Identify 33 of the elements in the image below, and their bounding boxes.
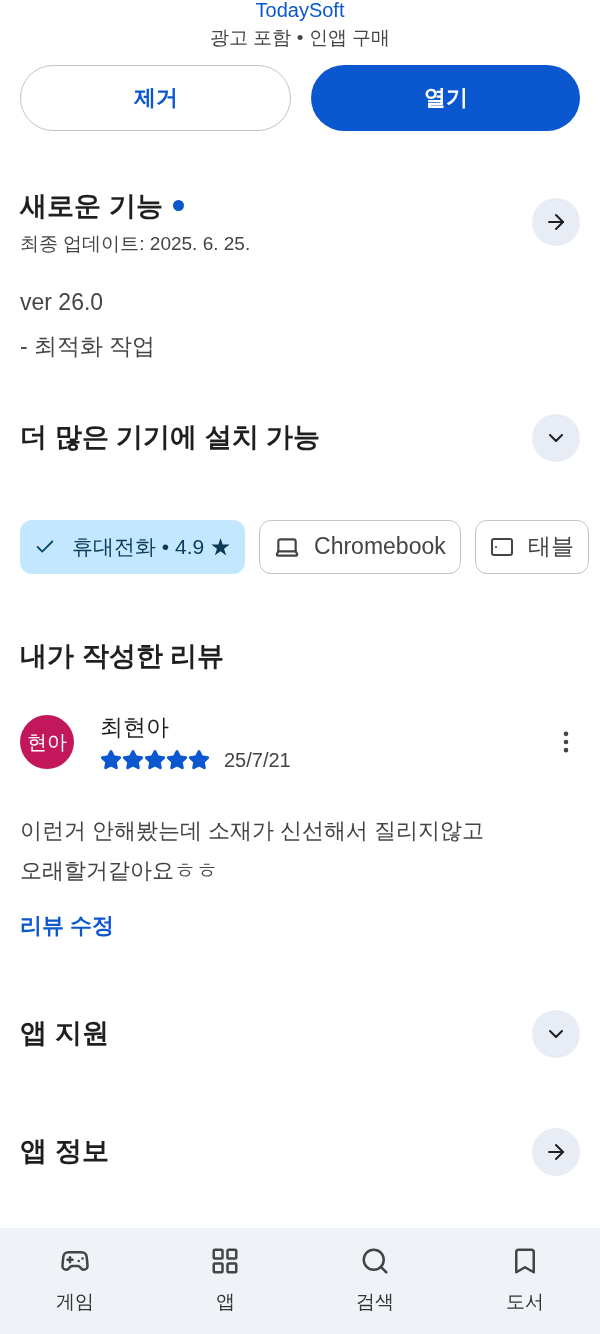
reviewer-name: 최현아: [100, 713, 170, 742]
section-title: 더 많은 기기에 설치 가능: [20, 421, 321, 455]
open-button[interactable]: 열기: [311, 64, 580, 131]
star-icon: [100, 748, 122, 771]
star-icon: [122, 748, 144, 771]
release-note: - 최적화 작업: [20, 332, 157, 361]
star-icon: [188, 748, 210, 771]
device-chip[interactable]: 휴대전화 • 4.9 ★: [20, 519, 246, 574]
section-title: 새로운 기능: [20, 189, 163, 223]
nav-tab[interactable]: 앱: [150, 1245, 300, 1317]
edit-review-link[interactable]: 리뷰 수정: [20, 908, 115, 942]
avatar: 현아: [20, 715, 74, 770]
review-text: 이런거 안해봤는데 소재가 신선해서 질리지않고 오래할거같아요ㅎㅎ: [20, 816, 486, 885]
device-chip[interactable]: 태블: [474, 519, 589, 574]
device-chip[interactable]: Chromebook: [259, 519, 461, 574]
review-date: 25/7/21: [224, 747, 291, 773]
section-title: 내가 작성한 리뷰: [19, 639, 225, 673]
arrow-button[interactable]: [532, 198, 580, 246]
release-note: ver 26.0: [20, 287, 105, 317]
developer-name[interactable]: TodaySoft: [255, 0, 345, 20]
nav-tab[interactable]: 게임: [0, 1245, 150, 1317]
chevron-down-icon: [549, 433, 563, 442]
section-title: 앱 지원: [20, 1017, 110, 1051]
nav-tab[interactable]: 도서: [450, 1245, 600, 1317]
nav-tab[interactable]: 검색: [300, 1245, 450, 1317]
star-icon: [166, 748, 188, 771]
section-title: 앱 정보: [20, 1135, 110, 1169]
chevron-down-icon: [549, 1029, 563, 1038]
arrow-button[interactable]: [532, 1127, 580, 1176]
uninstall-button[interactable]: 제거: [20, 64, 291, 131]
update-date: 최종 업데이트: 2025. 6. 25.: [20, 232, 252, 256]
star-icon: [144, 748, 166, 771]
app-tags: 광고 포함 • 인앱 구매: [210, 24, 390, 53]
